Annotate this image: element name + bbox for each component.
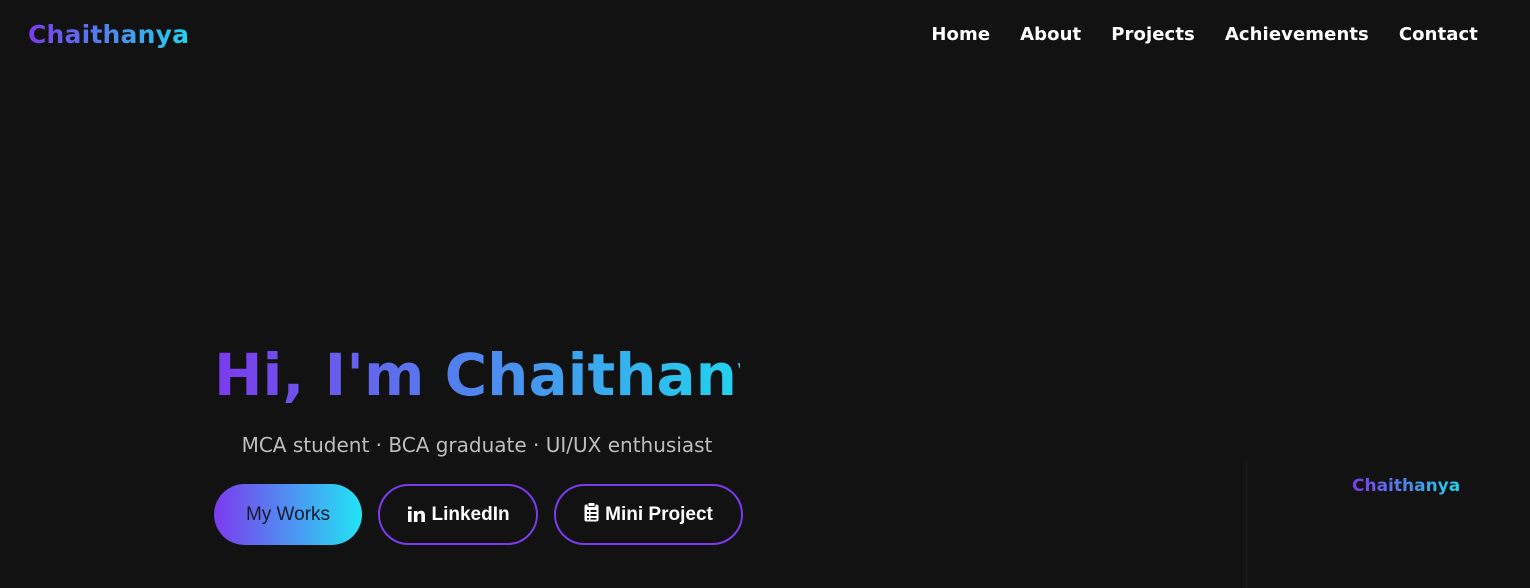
mini-project-button[interactable]: Mini Project: [554, 484, 743, 545]
my-works-label: My Works: [245, 503, 331, 525]
hero-section: Hi, I'm Chaithanya MCA student · BCA gra…: [214, 338, 814, 458]
clipboard-icon: [584, 501, 599, 528]
page: Chaithanya Home About Projects Achieveme…: [0, 0, 1530, 588]
mini-project-label: Mini Project: [605, 503, 713, 525]
hero-title: Hi, I'm Chaithanya: [214, 338, 814, 412]
main-nav: Home About Projects Achievements Contact: [931, 24, 1478, 45]
linkedin-label: LinkedIn: [431, 503, 510, 525]
linkedin-icon: in: [406, 502, 426, 527]
my-works-button[interactable]: My Works: [214, 484, 362, 545]
site-logo[interactable]: Chaithanya: [28, 20, 189, 49]
nav-achievements-link[interactable]: Achievements: [1225, 24, 1369, 45]
nav-home-link[interactable]: Home: [931, 24, 990, 45]
nav-projects-link[interactable]: Projects: [1111, 24, 1195, 45]
hero-subtitle: MCA student · BCA graduate · UI/UX enthu…: [241, 433, 713, 457]
side-panel: Chaithanya: [1246, 462, 1530, 588]
linkedin-button[interactable]: in LinkedIn: [378, 484, 538, 545]
nav-about-link[interactable]: About: [1020, 24, 1081, 45]
hero-buttons: My Works in LinkedIn Mini Project: [214, 484, 743, 545]
side-panel-logo[interactable]: Chaithanya: [1352, 476, 1460, 496]
nav-contact-link[interactable]: Contact: [1399, 24, 1478, 45]
